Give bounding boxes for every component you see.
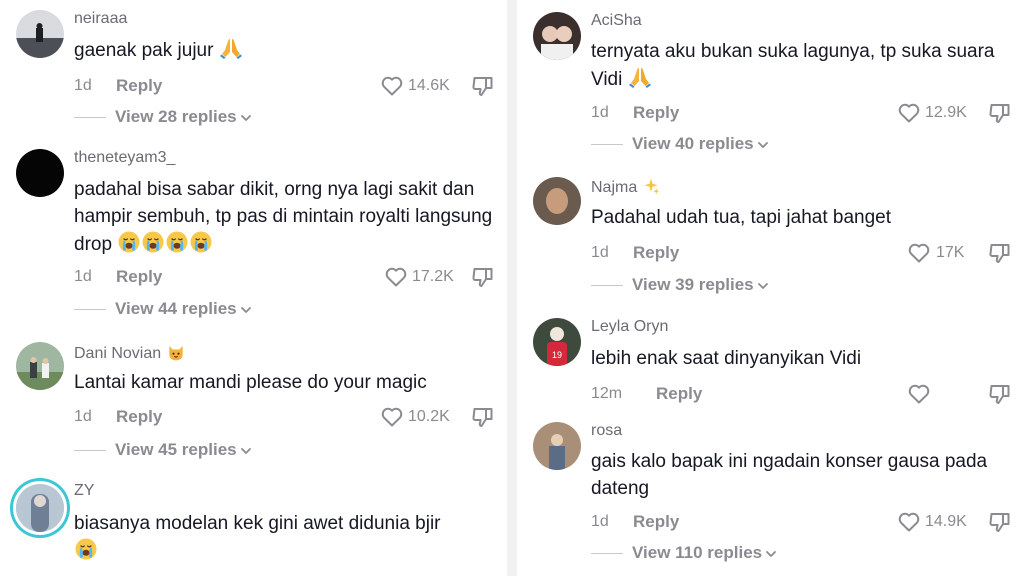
- timestamp: 12m: [591, 385, 623, 402]
- view-replies-button[interactable]: View 110 replies: [591, 543, 778, 565]
- comment-text: padahal bisa sabar dikit, orng nya lagi …: [74, 179, 493, 255]
- comment-text: gaenak pak jujur: [74, 36, 494, 64]
- divider: [74, 117, 106, 119]
- like-count: 12.9K: [925, 104, 967, 121]
- comment-actions: 1d Reply 17K: [591, 241, 1011, 265]
- avatar[interactable]: [16, 484, 64, 532]
- sparkles-emoji-icon: [642, 177, 660, 195]
- username[interactable]: ZY: [74, 482, 94, 500]
- divider: [591, 285, 623, 287]
- username[interactable]: AciSha: [591, 12, 642, 30]
- svg-text:19: 19: [552, 350, 562, 360]
- comment-actions: 12m Reply: [591, 382, 1011, 406]
- comment-actions: 1d Reply 14.9K: [591, 510, 1011, 534]
- comment-text: Padahal udah tua, tapi jahat banget: [591, 207, 892, 228]
- like-count: 14.9K: [925, 513, 967, 530]
- reply-button[interactable]: Reply: [116, 76, 162, 96]
- avatar[interactable]: [533, 12, 581, 60]
- chevron-down-icon: [756, 279, 770, 293]
- like-count: 10.2K: [408, 408, 450, 425]
- comments-column-right: AciSha ternyata aku bukan suka lagunya, …: [517, 0, 1024, 576]
- comment-text: Lantai kamar mandi please do your magic: [74, 372, 427, 393]
- heart-icon[interactable]: [380, 405, 404, 429]
- heart-icon[interactable]: [897, 510, 921, 534]
- timestamp: 1d: [74, 408, 92, 425]
- comment-actions: 1d Reply 12.9K: [591, 101, 1011, 125]
- heart-icon[interactable]: [907, 382, 931, 406]
- username[interactable]: rosa: [591, 422, 622, 440]
- heart-icon[interactable]: [384, 265, 408, 289]
- reply-button[interactable]: Reply: [633, 512, 679, 532]
- divider: [591, 553, 623, 555]
- comment-actions: 1d Reply 17.2K: [74, 265, 494, 289]
- chevron-down-icon: [239, 444, 253, 458]
- view-replies-button[interactable]: View 40 replies: [591, 134, 770, 156]
- reply-button[interactable]: Reply: [656, 384, 702, 404]
- timestamp: 1d: [591, 513, 609, 530]
- avatar[interactable]: [533, 177, 581, 225]
- heart-icon[interactable]: [907, 241, 931, 265]
- chevron-down-icon: [764, 547, 778, 561]
- view-replies-button[interactable]: View 28 replies: [74, 107, 253, 129]
- dislike-icon[interactable]: [471, 265, 495, 289]
- like-count: 17.2K: [412, 268, 454, 285]
- avatar[interactable]: [16, 149, 64, 197]
- view-replies-button[interactable]: View 44 replies: [74, 299, 253, 321]
- dislike-icon[interactable]: [471, 74, 495, 98]
- timestamp: 1d: [74, 77, 92, 94]
- dislike-icon[interactable]: [988, 241, 1012, 265]
- crying-emoji-icon: [74, 537, 98, 561]
- crying-emoji-icon: [117, 230, 141, 254]
- comment-text: gais kalo bapak ini ngadain konser gausa…: [591, 451, 988, 499]
- pray-emoji-icon: [628, 65, 652, 89]
- view-replies-button[interactable]: View 45 replies: [74, 440, 253, 462]
- divider: [74, 309, 106, 311]
- comment-text: lebih enak saat dinyanyikan Vidi: [591, 348, 862, 369]
- crying-emoji-icon: [165, 230, 189, 254]
- username[interactable]: theneteyam3_: [74, 149, 175, 167]
- crying-emoji-icon: [141, 230, 165, 254]
- pray-emoji-icon: [219, 36, 243, 60]
- reply-button[interactable]: Reply: [633, 103, 679, 123]
- chevron-down-icon: [756, 138, 770, 152]
- comment-actions: 1d Reply 14.6K: [74, 74, 494, 98]
- avatar[interactable]: [533, 422, 581, 470]
- dislike-icon[interactable]: [471, 405, 495, 429]
- divider: [591, 144, 623, 146]
- username[interactable]: Leyla Oryn: [591, 318, 668, 336]
- like-count: 17K: [936, 244, 965, 261]
- view-replies-button[interactable]: View 39 replies: [591, 275, 770, 297]
- comment-text: ternyata aku bukan suka lagunya, tp suka…: [591, 41, 995, 90]
- comment-actions: 1d Reply 10.2K: [74, 405, 494, 429]
- column-divider: [507, 0, 517, 576]
- chevron-down-icon: [239, 303, 253, 317]
- reply-button[interactable]: Reply: [633, 243, 679, 263]
- timestamp: 1d: [591, 104, 609, 121]
- username[interactable]: Dani Novian: [74, 342, 186, 363]
- username[interactable]: Najma: [591, 177, 660, 197]
- avatar[interactable]: [16, 10, 64, 58]
- heart-icon[interactable]: [897, 101, 921, 125]
- comment-text: biasanya modelan kek gini awet didunia b…: [74, 510, 494, 565]
- heart-icon[interactable]: [380, 74, 404, 98]
- comments-column-left: neiraaa gaenak pak jujur 1d Reply 14.6K …: [0, 0, 507, 576]
- dislike-icon[interactable]: [988, 510, 1012, 534]
- avatar[interactable]: 19: [533, 318, 581, 366]
- reply-button[interactable]: Reply: [116, 407, 162, 427]
- dislike-icon[interactable]: [988, 382, 1012, 406]
- crying-emoji-icon: [189, 230, 213, 254]
- dislike-icon[interactable]: [988, 101, 1012, 125]
- username[interactable]: neiraaa: [74, 10, 127, 28]
- divider: [74, 450, 106, 452]
- reply-button[interactable]: Reply: [116, 267, 162, 287]
- timestamp: 1d: [74, 268, 92, 285]
- like-count: 14.6K: [408, 77, 450, 94]
- timestamp: 1d: [591, 244, 609, 261]
- avatar[interactable]: [16, 342, 64, 390]
- cat-emoji-icon: [166, 342, 186, 362]
- chevron-down-icon: [239, 111, 253, 125]
